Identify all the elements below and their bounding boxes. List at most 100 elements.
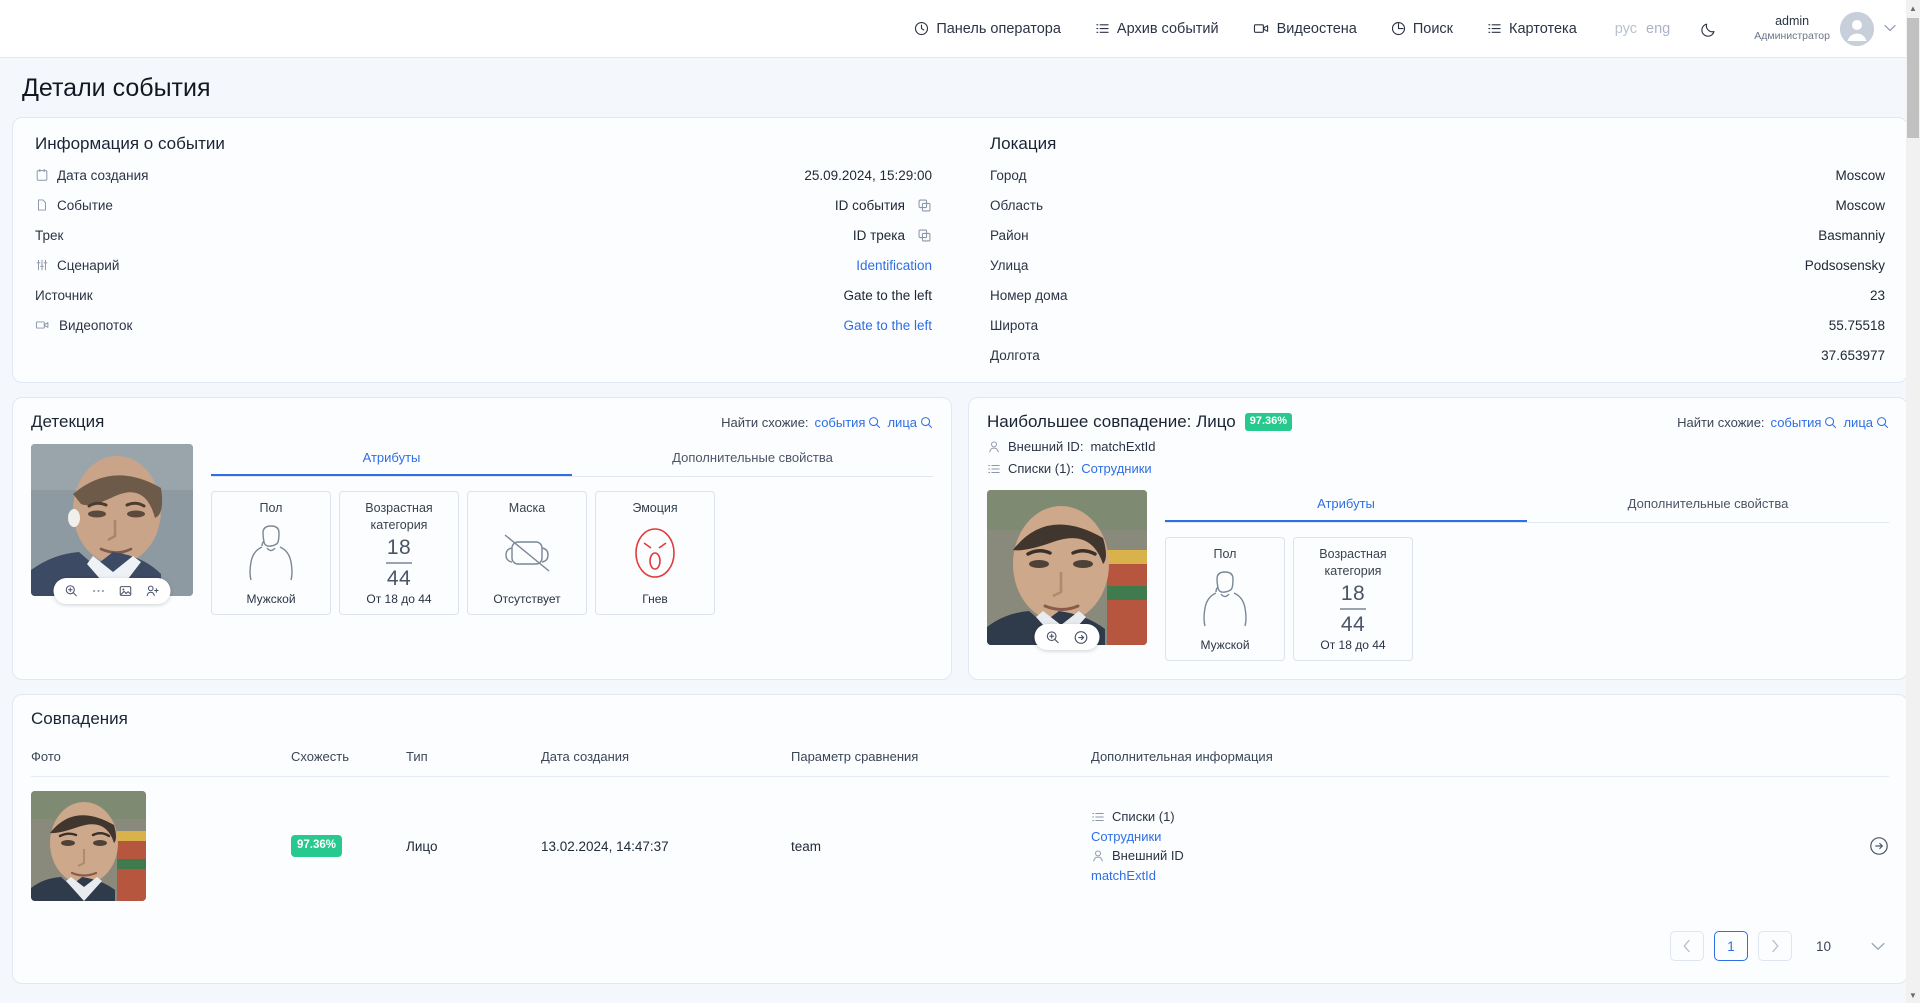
info-row-scenario: Сценарий Identification bbox=[35, 256, 932, 274]
pagination-next-button[interactable] bbox=[1757, 931, 1792, 961]
column-actions bbox=[1799, 729, 1889, 777]
attribute-card-gender: Пол Мужской bbox=[1165, 537, 1285, 661]
theme-toggle-button[interactable] bbox=[1700, 20, 1718, 38]
location-label: Улица bbox=[990, 257, 1029, 273]
search-icon[interactable] bbox=[1824, 416, 1837, 429]
arrow-right-icon[interactable] bbox=[1074, 630, 1089, 645]
find-similar-events-link[interactable]: события bbox=[1771, 415, 1822, 430]
info-row-created: Дата создания 25.09.2024, 15:29:00 bbox=[35, 166, 932, 184]
image-icon[interactable] bbox=[119, 584, 133, 598]
pagination-prev-button[interactable] bbox=[1669, 931, 1704, 961]
attribute-value: Отсутствует bbox=[493, 592, 561, 606]
nav-item-search[interactable]: Поиск bbox=[1391, 21, 1453, 37]
info-row-event: Событие ID события bbox=[35, 196, 932, 214]
search-icon[interactable] bbox=[920, 416, 933, 429]
chevron-down-icon[interactable] bbox=[1871, 942, 1885, 951]
find-similar-faces-link[interactable]: лица bbox=[1843, 415, 1873, 430]
nav-item-card-index[interactable]: Картотека bbox=[1487, 21, 1577, 37]
external-id-link[interactable]: matchExtId bbox=[1091, 868, 1156, 883]
user-menu[interactable]: admin Администратор bbox=[1754, 11, 1896, 46]
location-value: Moscow bbox=[1835, 167, 1885, 183]
nav-item-operator-panel[interactable]: Панель оператора bbox=[914, 21, 1061, 37]
attribute-value: От 18 до 44 bbox=[1320, 638, 1386, 652]
videostream-link[interactable]: Gate to the left bbox=[843, 318, 932, 333]
attribute-label: Пол bbox=[259, 501, 283, 515]
nav-label: Картотека bbox=[1509, 20, 1577, 37]
lang-ru[interactable]: рус bbox=[1615, 21, 1637, 37]
copy-icon[interactable] bbox=[917, 198, 932, 213]
info-label: Сценарий bbox=[57, 257, 120, 273]
event-info-title: Информация о событии bbox=[35, 134, 225, 153]
attribute-value: Мужской bbox=[1200, 638, 1250, 652]
find-similar-faces-link[interactable]: лица bbox=[887, 415, 917, 430]
table-row: 97.36% Лицо 13.02.2024, 14:47:37 team Сп… bbox=[31, 777, 1889, 916]
person-silhouette-icon bbox=[248, 523, 294, 586]
location-row-house: Номер дома 23 bbox=[990, 286, 1885, 304]
pagination-page-1[interactable]: 1 bbox=[1713, 931, 1748, 961]
nav-label: Видеостена bbox=[1276, 20, 1357, 37]
scroll-thumb[interactable] bbox=[1907, 18, 1919, 138]
detection-find-similar: Найти схожие: события лица bbox=[721, 415, 933, 430]
page-size-value[interactable]: 10 bbox=[1816, 939, 1831, 954]
add-person-icon[interactable] bbox=[146, 584, 160, 598]
moon-icon bbox=[1700, 20, 1718, 38]
nav-label: Поиск bbox=[1412, 20, 1454, 37]
nav-item-event-archive[interactable]: Архив событий bbox=[1095, 21, 1219, 37]
external-id-label: Внешний ID bbox=[1112, 848, 1184, 863]
location-row-street: Улица Podsosensky bbox=[990, 256, 1885, 274]
file-icon bbox=[35, 198, 49, 212]
scroll-down-arrow-icon[interactable]: ▼ bbox=[1906, 987, 1920, 1003]
attribute-label: Возрастная категория bbox=[365, 501, 433, 532]
cell-actions bbox=[1799, 777, 1889, 916]
best-match-tabs: Атрибуты Дополнительные свойства bbox=[1165, 490, 1889, 523]
arrow-right-circle-icon[interactable] bbox=[1799, 836, 1889, 856]
location-value: 55.75518 bbox=[1828, 317, 1885, 333]
attribute-label: Маска bbox=[508, 501, 546, 515]
tab-additional-properties[interactable]: Дополнительные свойства bbox=[572, 444, 933, 476]
cell-created: 13.02.2024, 14:47:37 bbox=[541, 838, 669, 854]
lists-link[interactable]: Сотрудники bbox=[1091, 829, 1161, 844]
search-icon[interactable] bbox=[1876, 416, 1889, 429]
nav-item-video-wall[interactable]: Видеостена bbox=[1253, 21, 1357, 37]
attribute-value: От 18 до 44 bbox=[366, 592, 432, 606]
lists-link[interactable]: Сотрудники bbox=[1081, 461, 1151, 476]
mask-crossed-icon bbox=[499, 525, 555, 584]
lists-label: Списки (1) bbox=[1112, 809, 1175, 824]
angry-face-icon bbox=[629, 525, 681, 584]
lang-en[interactable]: eng bbox=[1646, 21, 1670, 37]
pagination: 1 10 bbox=[31, 915, 1889, 975]
main-nav: Панель оператора Архив событий Видеостен… bbox=[914, 21, 1577, 37]
user-role: Администратор bbox=[1754, 29, 1830, 42]
tab-additional-properties[interactable]: Дополнительные свойства bbox=[1527, 490, 1889, 522]
zoom-in-icon[interactable] bbox=[65, 584, 79, 598]
detection-attributes-area: Атрибуты Дополнительные свойства Пол Муж bbox=[211, 444, 933, 615]
location-label: Широта bbox=[990, 317, 1039, 333]
tab-attributes[interactable]: Атрибуты bbox=[1165, 490, 1527, 522]
person-icon bbox=[1091, 849, 1105, 863]
zoom-in-icon[interactable] bbox=[1046, 630, 1061, 645]
match-row-photo[interactable] bbox=[31, 791, 146, 901]
location-value: Podsosensky bbox=[1804, 257, 1885, 273]
additional-info-block: Списки (1) Сотрудники Внешний ID matchEx… bbox=[1091, 807, 1799, 885]
tab-attributes[interactable]: Атрибуты bbox=[211, 444, 572, 476]
info-value: 25.09.2024, 15:29:00 bbox=[804, 167, 932, 183]
cell-compare-param: team bbox=[791, 838, 822, 854]
location-label: Номер дома bbox=[990, 287, 1068, 303]
age-to: 44 bbox=[1340, 612, 1366, 636]
more-icon[interactable] bbox=[92, 588, 106, 594]
scenario-link[interactable]: Identification bbox=[856, 258, 932, 273]
copy-icon[interactable] bbox=[917, 228, 932, 243]
detection-match-row: Детекция Найти схожие: события лица Атри… bbox=[12, 397, 1908, 680]
location-row-longitude: Долгота 37.653977 bbox=[990, 346, 1885, 364]
detection-thumbnail[interactable] bbox=[31, 444, 193, 596]
scroll-up-arrow-icon[interactable]: ▲ bbox=[1906, 0, 1920, 16]
event-info-card: Информация о событии Дата создания 25.09… bbox=[12, 117, 1908, 383]
location-label: Район bbox=[990, 227, 1029, 243]
best-match-thumbnail[interactable] bbox=[987, 490, 1147, 645]
search-icon[interactable] bbox=[868, 416, 881, 429]
attribute-value: Мужской bbox=[246, 592, 296, 606]
age-to: 44 bbox=[386, 566, 412, 590]
find-similar-events-link[interactable]: события bbox=[815, 415, 866, 430]
page-scrollbar[interactable]: ▲ ▼ bbox=[1906, 0, 1920, 1003]
status-badge: 97.36% bbox=[1244, 413, 1293, 431]
